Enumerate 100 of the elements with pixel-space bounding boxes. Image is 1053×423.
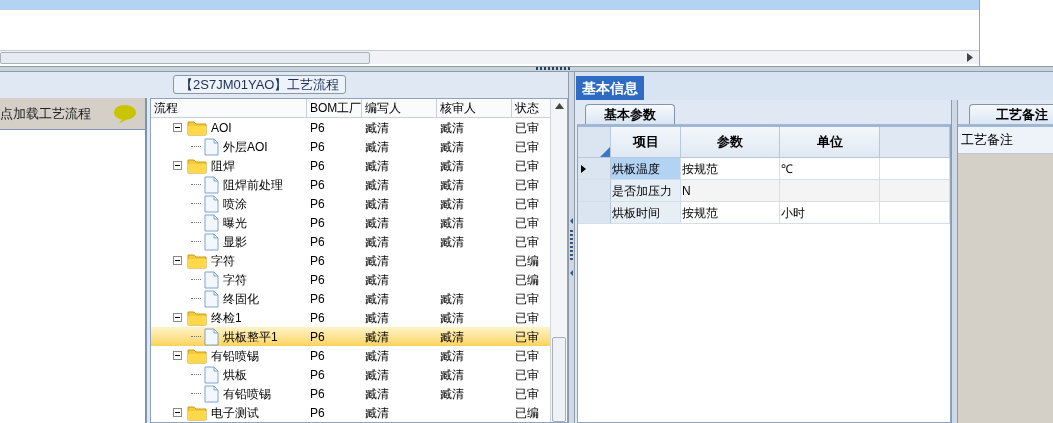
table-cell[interactable]: [780, 180, 880, 201]
table-cell[interactable]: 是否加压力: [611, 180, 681, 201]
tree-row[interactable]: 显影 P6 臧清 臧清 已审: [151, 232, 550, 251]
table-cell-text: 臧清: [439, 176, 465, 194]
selected-row[interactable]: [0, 0, 979, 10]
collapse-toggle-icon[interactable]: [173, 313, 182, 322]
tree-node-label[interactable]: 字符: [211, 251, 235, 270]
table-cell-text: 臧清: [364, 119, 390, 137]
table-cell-text: 臧清: [364, 138, 390, 156]
tree-node-label[interactable]: 电子测试: [211, 403, 259, 422]
table-cell-text: 臧清: [439, 214, 465, 232]
document-icon: [204, 213, 219, 232]
table-cell-text: 臧清: [439, 290, 465, 308]
column-header[interactable]: 编写人: [362, 99, 437, 117]
column-header[interactable]: 参数: [681, 127, 780, 157]
tab[interactable]: 基本参数: [585, 104, 675, 124]
scrollbar-thumb[interactable]: [552, 337, 566, 422]
tree-node-label[interactable]: 曝光: [223, 213, 247, 232]
table-cell[interactable]: ℃: [780, 158, 880, 179]
collapse-toggle-icon[interactable]: [173, 123, 182, 132]
tree-row[interactable]: 字符 P6 臧清 已编: [151, 270, 550, 289]
table-cell[interactable]: 按规范: [681, 158, 780, 179]
column-header[interactable]: 核审人: [437, 99, 512, 117]
splitter-grip-icon[interactable]: [570, 217, 573, 278]
column-header[interactable]: BOM工厂: [307, 99, 362, 117]
tree-row[interactable]: 有铅喷锡 P6 臧清 臧清 已审: [151, 346, 550, 365]
tree-node-label[interactable]: 烘板: [223, 365, 247, 384]
column-header[interactable]: 项目: [611, 127, 681, 157]
tree-row[interactable]: 终检1 P6 臧清 臧清 已审: [151, 308, 550, 327]
collapse-toggle-icon[interactable]: [173, 256, 182, 265]
table-cell[interactable]: 小时: [780, 202, 880, 223]
tree-row[interactable]: 曝光 P6 臧清 臧清 已审: [151, 213, 550, 232]
tree-row[interactable]: 电子测试 P6 臧清 已编: [151, 403, 550, 422]
tree-node-label[interactable]: 阻焊前处理: [223, 175, 283, 194]
table-cell[interactable]: [880, 180, 950, 201]
document-icon: [204, 194, 219, 213]
table-cell-text: P6: [309, 385, 326, 403]
tab[interactable]: 基本信息: [576, 76, 644, 100]
tree-row[interactable]: 烘板 P6 臧清 臧清 已审: [151, 365, 550, 384]
row-header[interactable]: [578, 158, 611, 179]
table-cell-text: 臧清: [439, 233, 465, 251]
folder-icon: [187, 309, 207, 326]
tree-node-label[interactable]: 阻焊: [211, 156, 235, 175]
tree-node-label[interactable]: 字符: [223, 270, 247, 289]
tab[interactable]: 工艺备注: [969, 104, 1053, 124]
column-header[interactable]: 流程: [151, 99, 307, 117]
scrollbar-thumb[interactable]: [0, 51, 370, 64]
table-cell-text: 臧清: [364, 271, 390, 289]
tree-row[interactable]: 有铅喷锡 P6 臧清 臧清 已审: [151, 384, 550, 403]
collapse-toggle-icon[interactable]: [173, 351, 182, 360]
current-row-icon: [581, 164, 586, 173]
table-cell-text: 已审: [514, 309, 540, 327]
field-label: 工艺备注: [958, 127, 1053, 154]
column-header[interactable]: 单位: [780, 127, 880, 157]
tree-row[interactable]: 字符 P6 臧清 已编: [151, 251, 550, 270]
tree-node-label[interactable]: 有铅喷锡: [211, 346, 259, 365]
table-cell[interactable]: 烘板时间: [611, 202, 681, 223]
table-cell[interactable]: N: [681, 180, 780, 201]
tree-node-label[interactable]: 有铅喷锡: [223, 384, 271, 403]
column-header[interactable]: [880, 127, 950, 157]
table-cell-text: 臧清: [439, 347, 465, 365]
table-cell-text: 已审: [514, 385, 540, 403]
tree-node-label[interactable]: AOI: [211, 118, 232, 137]
tree-row[interactable]: 烘板整平1 P6 臧清 臧清 已审: [151, 327, 550, 346]
table-cell-text: P6: [309, 233, 326, 251]
document-icon: [204, 175, 219, 194]
tree-row[interactable]: 喷涂 P6 臧清 臧清 已审: [151, 194, 550, 213]
column-header[interactable]: 状态: [512, 99, 550, 117]
tree-node-label[interactable]: 终固化: [223, 289, 259, 308]
horizontal-scrollbar[interactable]: [0, 50, 979, 64]
tree-row[interactable]: 终固化 P6 臧清 臧清 已审: [151, 289, 550, 308]
collapse-toggle-icon[interactable]: [173, 161, 182, 170]
speech-bubble-icon[interactable]: [113, 103, 137, 124]
document-icon: [204, 327, 219, 346]
table-cell-text: 臧清: [364, 195, 390, 213]
vertical-scrollbar[interactable]: [550, 99, 567, 422]
tree-row[interactable]: 阻焊 P6 臧清 臧清 已审: [151, 156, 550, 175]
corner-triangle-icon: [600, 147, 610, 157]
table-cell-text: 臧清: [439, 309, 465, 327]
collapse-toggle-icon[interactable]: [173, 408, 182, 417]
table-cell-text: 臧清: [439, 366, 465, 384]
table-cell-text: 已审: [514, 328, 540, 346]
tree-node-label[interactable]: 喷涂: [223, 194, 247, 213]
scroll-up-icon[interactable]: [554, 103, 564, 109]
tree-row[interactable]: 阻焊前处理 P6 臧清 臧清 已审: [151, 175, 550, 194]
tree-node-label[interactable]: 显影: [223, 232, 247, 251]
tree-row[interactable]: AOI P6 臧清 臧清 已审: [151, 118, 550, 137]
table-cell-text: 臧清: [364, 309, 390, 327]
splitter-bar[interactable]: [952, 100, 958, 423]
scroll-right-icon[interactable]: [967, 53, 973, 62]
panel-title: 点加载工艺流程: [0, 104, 91, 123]
table-cell[interactable]: 烘板温度: [611, 158, 681, 179]
table-cell-text: 已审: [514, 119, 540, 137]
tree-node-label[interactable]: 外层AOI: [223, 137, 268, 156]
table-cell-text: P6: [309, 309, 326, 327]
tree-node-label[interactable]: 烘板整平1: [223, 327, 278, 346]
tree-node-label[interactable]: 终检1: [211, 308, 242, 327]
tree-row[interactable]: 外层AOI P6 臧清 臧清 已审: [151, 137, 550, 156]
table-cell[interactable]: 按规范: [681, 202, 780, 223]
table-cell-text: P6: [309, 271, 326, 289]
